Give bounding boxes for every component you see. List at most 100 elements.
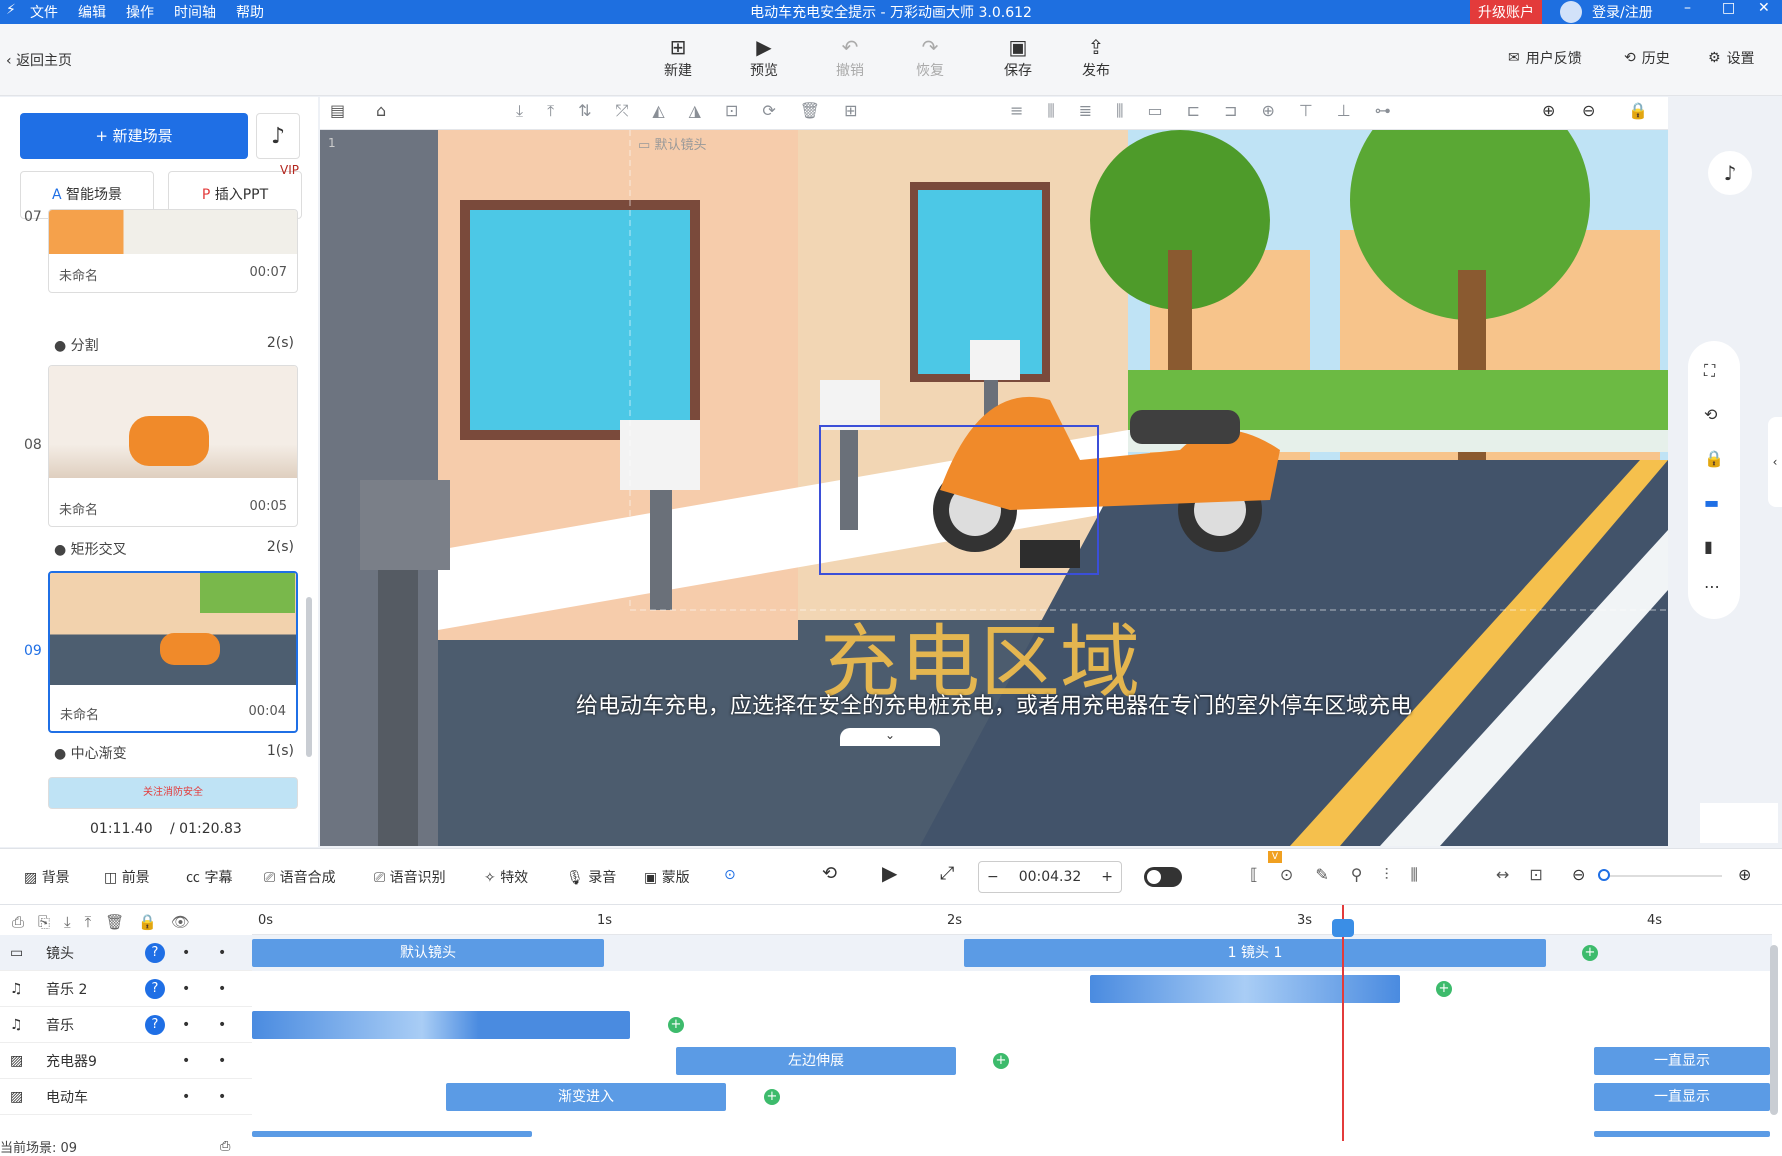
lock-icon[interactable]: 🔒 <box>1704 449 1724 468</box>
home-icon[interactable]: ⌂ <box>376 101 386 120</box>
current-time-field[interactable]: 00:04.32 <box>1019 869 1082 885</box>
more-icon[interactable]: ⋯ <box>1704 577 1720 596</box>
add-keyframe-icon[interactable]: + <box>764 1089 780 1105</box>
ruler-icon[interactable]: ▤ <box>330 101 345 120</box>
login-link[interactable]: 登录/注册 <box>1592 2 1653 22</box>
dot-icon[interactable]: • <box>182 1053 190 1069</box>
dot-icon[interactable]: • <box>218 1053 226 1069</box>
track-camera[interactable]: ▭ 镜头 ? • • <box>0 935 252 971</box>
asr-button[interactable]: ⎚ 语音识别 <box>374 867 446 887</box>
subtitle-text[interactable]: 给电动车充电，应选择在安全的充电桩充电，或者用充电器在专门的室外停车区域充电 <box>320 688 1668 720</box>
transition-row[interactable]: ● 中心渐变 1(s) <box>54 743 294 763</box>
dot-icon[interactable]: • <box>182 945 190 961</box>
add-keyframe-icon[interactable]: + <box>1582 945 1598 961</box>
fit-tools[interactable]: ↔⊡ <box>1496 865 1563 884</box>
clip-partial[interactable] <box>252 1131 532 1137</box>
scene-thumb-10[interactable]: 关注消防安全 <box>48 777 298 809</box>
settings-button[interactable]: ⚙ 设置 <box>1708 48 1755 68</box>
track-charger[interactable]: ▨ 充电器9 • • <box>0 1043 252 1079</box>
minus-icon[interactable]: − <box>987 869 999 885</box>
history-button[interactable]: ⟲ 历史 <box>1624 48 1670 68</box>
dot-icon[interactable]: • <box>182 1089 190 1105</box>
minimize-icon[interactable]: – <box>1684 0 1691 16</box>
lock-icon[interactable]: 🔒 <box>1628 101 1648 120</box>
clip-ebike-always[interactable]: 一直显示 <box>1594 1083 1770 1111</box>
mask-button[interactable]: ▣ 蒙版 <box>644 867 690 887</box>
timeline-tools[interactable]: ⟦⊙✎⚲⫶⫼ <box>1250 865 1440 885</box>
undo-button[interactable]: ↶ 撤销 <box>820 34 880 80</box>
clip-partial[interactable] <box>1594 1131 1770 1137</box>
dot-icon[interactable]: • <box>218 1017 226 1033</box>
dot-icon[interactable]: • <box>182 1017 190 1033</box>
music-toggle-button[interactable]: ♪ <box>1708 151 1752 195</box>
record-button[interactable]: 🎙 录音 <box>566 867 616 887</box>
stage-canvas[interactable]: 充电区域 1 ▭ 默认镜头 给电动车充电，应选择在安全的充电桩充电，或者用充电器… <box>320 130 1668 846</box>
redo-button[interactable]: ↷ 恢复 <box>900 34 960 80</box>
align-tools[interactable]: ⤓⤒⇅⤱◭◮⊡⟳🗑⊞ <box>516 101 882 121</box>
add-keyframe-icon[interactable]: + <box>668 1017 684 1033</box>
zoom-in-icon[interactable]: ⊕ <box>1542 101 1555 120</box>
clip-music[interactable] <box>252 1011 630 1039</box>
screen-portrait-icon[interactable]: ▮ <box>1704 537 1713 556</box>
clip-music-2[interactable] <box>1090 975 1400 1003</box>
zoom-slider[interactable] <box>1598 869 1722 881</box>
distribute-tools[interactable]: ≡⫼≣⫼▭⊏⊐⊕⊤⊥⊶ <box>1010 101 1415 121</box>
zoom-out-icon[interactable]: ⊖ <box>1582 101 1595 120</box>
new-button[interactable]: ⊞ 新建 <box>648 34 708 80</box>
expand-panel-handle[interactable]: ‹ <box>1768 417 1782 507</box>
publish-button[interactable]: ⇪ 发布 <box>1066 34 1126 80</box>
play-icon[interactable]: ▶ <box>882 861 897 885</box>
playhead-handle[interactable] <box>1332 919 1354 937</box>
fullscreen-icon[interactable]: ⤢ <box>940 863 954 884</box>
transition-row[interactable]: ● 矩形交叉 2(s) <box>54 539 294 559</box>
feedback-button[interactable]: ✉ 用户反馈 <box>1508 48 1582 68</box>
upgrade-button[interactable]: 升级账户 <box>1470 0 1542 24</box>
scene-list-icon[interactable]: ⎙ <box>220 1139 230 1154</box>
clip-ebike-fade-in[interactable]: 渐变进入 <box>446 1083 726 1111</box>
foreground-button[interactable]: ◫ 前景 <box>104 867 150 887</box>
dot-icon[interactable]: • <box>218 945 226 961</box>
add-keyframe-icon[interactable]: + <box>993 1053 1009 1069</box>
screen-landscape-icon[interactable]: ▬ <box>1704 493 1719 512</box>
caption-button[interactable]: ㏄ 字幕 <box>186 867 232 887</box>
help-icon[interactable]: ? <box>145 978 165 999</box>
replay-icon[interactable]: ⟲ <box>822 863 837 884</box>
background-button[interactable]: ▨ 背景 <box>24 867 70 887</box>
maximize-icon[interactable]: □ <box>1722 0 1735 16</box>
dot-icon[interactable]: • <box>218 981 226 997</box>
clip-charger-always[interactable]: 一直显示 <box>1594 1047 1770 1075</box>
save-button[interactable]: ▣ 保存 <box>988 34 1048 80</box>
zoom-out-icon[interactable]: ⊖ <box>1572 865 1585 884</box>
dot-icon[interactable]: • <box>218 1089 226 1105</box>
plus-icon[interactable]: + <box>1101 869 1113 885</box>
transition-row[interactable]: ● 分割 2(s) <box>54 335 294 355</box>
effects-button[interactable]: ✧ 特效 <box>484 867 528 887</box>
help-icon[interactable]: ? <box>145 942 165 963</box>
track-music-2[interactable]: ♫ 音乐 2 ? • • <box>0 971 252 1007</box>
tts-button[interactable]: ⎚ 语音合成 <box>264 867 336 887</box>
time-stepper[interactable]: − 00:04.32 + <box>978 861 1122 893</box>
scene-thumb-09[interactable]: 未命名 00:04 <box>48 571 298 733</box>
track-music[interactable]: ♫ 音乐 ? • • <box>0 1007 252 1043</box>
timeline-scrollbar[interactable] <box>1770 945 1778 1115</box>
playhead-line[interactable] <box>1342 905 1344 1141</box>
clip-charger-stretch[interactable]: 左边伸展 <box>676 1047 956 1075</box>
scene-music-button[interactable]: ♪ <box>256 113 300 159</box>
add-keyframe-icon[interactable]: + <box>1436 981 1452 997</box>
scene-thumb-07[interactable]: 未命名 00:07 <box>48 209 298 293</box>
track-tools[interactable]: ⎙⎘⤓⤒🗑🔒👁 <box>12 913 204 931</box>
collapse-handle[interactable]: ⌄ <box>840 728 940 746</box>
zoom-in-icon[interactable]: ⊕ <box>1738 865 1751 884</box>
scene-scrollbar[interactable] <box>306 597 312 757</box>
new-scene-button[interactable]: + 新建场景 <box>20 113 248 159</box>
help-icon[interactable]: ? <box>145 1014 165 1035</box>
close-icon[interactable]: ✕ <box>1758 0 1770 16</box>
time-ruler[interactable]: 0s 1s 2s 3s 4s <box>252 905 1772 935</box>
dot-icon[interactable]: • <box>182 981 190 997</box>
fit-screen-icon[interactable]: ⛶ <box>1704 361 1715 381</box>
preview-button[interactable]: ▶ 预览 <box>734 34 794 80</box>
mini-preview[interactable] <box>1700 803 1778 843</box>
clip-camera-1[interactable]: 1 镜头 1 <box>964 939 1546 967</box>
user-avatar[interactable] <box>1560 1 1582 23</box>
clip-default-camera[interactable]: 默认镜头 <box>252 939 604 967</box>
